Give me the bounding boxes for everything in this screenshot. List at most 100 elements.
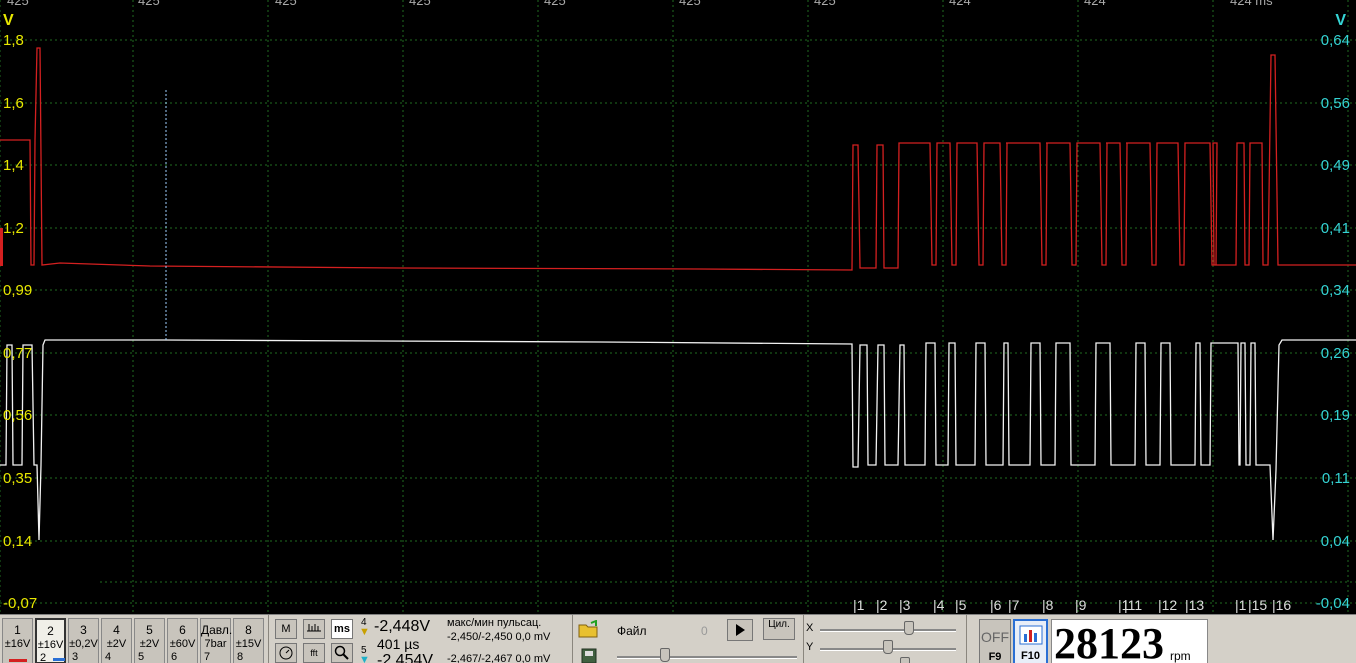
channel-number: 3	[80, 623, 87, 637]
cylinder-marker: |12	[1158, 597, 1178, 613]
stopwatch-icon[interactable]	[275, 643, 297, 663]
left-axis-label: -0,07	[3, 595, 38, 612]
right-axis-label: 0,19	[1320, 407, 1350, 424]
channel-button-5[interactable]: 5 ±2V 5	[134, 618, 165, 663]
cursor5-value: -2,454V	[377, 652, 434, 663]
time-axis-label: 425	[275, 0, 297, 8]
left-axis-label: 1,6	[3, 95, 24, 112]
channel-range: ±16V	[4, 638, 31, 650]
cursor4-arrow-icon: ▼	[359, 626, 370, 638]
f9-label: F9	[988, 651, 1002, 663]
right-axis-label: 0,11	[1321, 470, 1350, 487]
x-scale-slider-track[interactable]	[820, 629, 956, 632]
play-button[interactable]	[727, 619, 753, 641]
waveform-canvas[interactable]	[0, 0, 1356, 614]
cylinder-marker: |11	[1124, 597, 1143, 613]
left-axis-label: 1,8	[3, 32, 24, 49]
cylinder-marker: |7	[1008, 597, 1020, 613]
channel-number: Давл.	[201, 623, 233, 637]
channel-range: ±0,2V	[69, 638, 98, 650]
file-slider-thumb[interactable]	[660, 648, 670, 662]
time-axis-label: 425	[814, 0, 836, 8]
y-scale-label: Y	[806, 641, 814, 653]
red-waveform	[0, 47, 1356, 271]
off-f9-button[interactable]: OFF F9	[979, 619, 1011, 663]
channel-button-2[interactable]: 2 ±16V 2	[35, 618, 66, 663]
fft-icon[interactable]: fft	[303, 643, 325, 663]
channel-number: 4	[113, 623, 120, 637]
left-axis-label: 1,4	[3, 157, 24, 174]
channel-sub: 4	[105, 651, 112, 663]
white-waveform	[0, 339, 1356, 541]
channel-sub: 3	[72, 651, 79, 663]
cylinder-marker: |8	[1042, 597, 1054, 613]
save-file-icon[interactable]	[580, 648, 600, 663]
left-axis-label: 0,14	[3, 533, 33, 550]
off-label: OFF	[981, 629, 1009, 645]
channel-sub: 5	[138, 651, 145, 663]
left-axis-label: 0,99	[3, 282, 33, 299]
oscilloscope-plot[interactable]: V V 425 425 425 425 425 425 425 424 424 424 ms 1,…	[0, 0, 1356, 614]
cylinder-marker: |3	[899, 597, 911, 613]
right-axis-label: 0,26	[1320, 345, 1350, 362]
cylinder-marker: |1	[853, 597, 865, 613]
minmax-label: макс/мин пульсац.	[447, 617, 542, 629]
mode-m-button[interactable]: M	[275, 619, 297, 639]
time-axis-label: 424	[949, 0, 971, 8]
bottom-toolbar: 1 ±16V 2 ±16V 2 3 ±0,2V 3 4 ±2V 4 5 ±2V 5 6 ±60V 6 Давл. 7…	[0, 614, 1356, 663]
channel-button-7[interactable]: Давл. 7bar 7	[200, 618, 233, 663]
zoom-icon[interactable]	[331, 643, 353, 663]
f10-chart-button[interactable]: F10	[1013, 619, 1048, 663]
ms-button[interactable]: ms	[331, 619, 353, 639]
right-axis-label: -0,04	[1315, 595, 1350, 612]
cylinder-marker: |15	[1248, 597, 1268, 613]
channel-range: 7bar	[204, 638, 227, 650]
channel-range: ±2V	[139, 638, 160, 650]
time-axis-label: 424 ms	[1230, 0, 1273, 8]
channel-range: ±15V	[235, 638, 262, 650]
left-axis-label: 0,77	[3, 345, 33, 362]
right-axis-label: 0,56	[1320, 95, 1350, 112]
file-slider-track[interactable]	[617, 656, 797, 659]
x-scale-slider-thumb[interactable]	[904, 621, 914, 635]
offset-slider-thumb[interactable]	[900, 657, 910, 663]
x-scale-label: X	[806, 622, 814, 634]
right-axis-label: 0,41	[1320, 220, 1350, 237]
right-axis-label: 0,04	[1320, 533, 1350, 550]
cycle-button[interactable]: Цил.	[763, 618, 795, 640]
left-axis-label: 0,35	[3, 470, 33, 487]
channel-sub: 6	[171, 651, 178, 663]
channel-range: ±16V	[37, 639, 64, 651]
file-position: 0	[701, 624, 708, 638]
channel-number: 2	[47, 624, 54, 638]
bar-chart-icon	[1019, 625, 1042, 645]
cylinder-marker: |9	[1075, 597, 1087, 613]
cylinder-marker: |5	[955, 597, 967, 613]
time-axis-label: 425	[544, 0, 566, 8]
cylinder-marker: |16	[1272, 597, 1292, 613]
rpm-value: 28123	[1054, 619, 1164, 663]
cylinder-marker: |6	[990, 597, 1002, 613]
channel-number: 5	[146, 623, 153, 637]
channel-sub: 8	[237, 651, 244, 663]
time-axis-label: 425	[679, 0, 701, 8]
channel-button-1[interactable]: 1 ±16V	[2, 618, 33, 663]
channel-button-4[interactable]: 4 ±2V 4	[101, 618, 132, 663]
channel-button-6[interactable]: 6 ±60V 6	[167, 618, 198, 663]
open-folder-icon[interactable]	[577, 619, 601, 645]
channel-number: 1	[14, 623, 21, 637]
f10-label: F10	[1021, 650, 1040, 662]
time-axis-label: 425	[409, 0, 431, 8]
channel-button-3[interactable]: 3 ±0,2V 3	[68, 618, 99, 663]
cylinder-marker: |1	[1235, 597, 1247, 613]
channel-button-8[interactable]: 8 ±15V 8	[233, 618, 264, 663]
channel-range: ±60V	[169, 638, 196, 650]
left-axis-label: 0,56	[3, 407, 33, 424]
right-axis-label: 0,49	[1320, 157, 1350, 174]
grid-icon[interactable]	[303, 619, 325, 639]
left-unit-label: V	[3, 12, 14, 29]
channel-range: ±2V	[106, 638, 127, 650]
y-scale-slider-thumb[interactable]	[883, 640, 893, 654]
channel-sub: 7	[204, 651, 211, 663]
cylinder-marker: |4	[933, 597, 945, 613]
